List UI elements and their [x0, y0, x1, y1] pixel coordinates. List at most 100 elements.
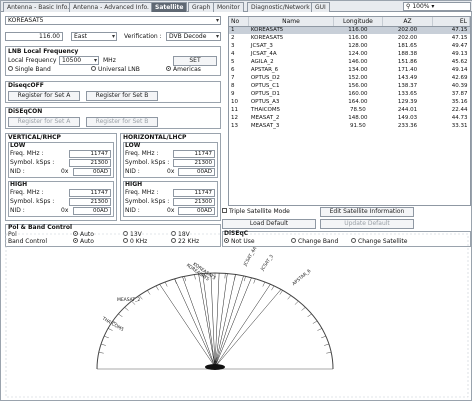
vertical-low-symbol-label: Symbol. kSps : — [10, 159, 55, 166]
table-row[interactable]: 1 KOREASAT5 116.00 202.00 47.15 — [229, 26, 470, 34]
table-row[interactable]: 12 MEASAT_2 148.00 149.03 44.73 — [229, 114, 470, 122]
arc-tick — [147, 290, 151, 295]
satellite-name-field[interactable]: KOREASAT5 — [5, 16, 221, 25]
load-default-button[interactable]: Load Default — [222, 219, 316, 229]
longitude-direction-select[interactable]: East — [71, 32, 117, 41]
arc-tick — [312, 320, 318, 324]
zoom-value: 100% — [412, 3, 430, 10]
vertical-low-symbol-input[interactable]: 21300 — [69, 159, 111, 167]
lnb-option-single-band[interactable]: Single Band — [8, 66, 51, 74]
arc-tick — [124, 307, 129, 311]
cell-longitude: 116.00 — [333, 26, 383, 34]
cell-az: 181.65 — [397, 42, 418, 49]
update-default-button[interactable]: Update Default — [320, 219, 414, 229]
lnb-option-universal[interactable]: Universal LNB — [91, 66, 140, 74]
lnb-option-americas[interactable]: Americas — [166, 66, 201, 74]
lnb-frequency-select[interactable]: 10500 — [59, 56, 99, 65]
horizontal-low-symbol-input[interactable]: 21300 — [173, 159, 215, 167]
column-header-az[interactable]: AZ — [382, 17, 433, 27]
arc-tick — [294, 300, 299, 305]
horizontal-high-symbol-input[interactable]: 21300 — [173, 198, 215, 206]
table-row[interactable]: 5 AGILA_2 146.00 151.86 45.62 — [229, 58, 470, 66]
arc-rays — [159, 273, 282, 368]
edit-satellite-info-button[interactable]: Edit Satellite Information — [320, 207, 414, 217]
cell-longitude: 124.00 — [348, 50, 368, 57]
cell-no: 6 — [231, 66, 235, 73]
arc-tick — [107, 328, 113, 331]
table-row[interactable]: 9 OPTUS_D1 160.00 133.65 37.87 — [229, 90, 470, 98]
horizontal-low-nid-input[interactable]: 00AD — [178, 168, 215, 176]
vertical-high-nid-input[interactable]: 00AD — [73, 207, 111, 215]
diseqc-off-register-a-button[interactable]: Register for Set A — [8, 91, 80, 101]
vertical-high-nid-label: NID : — [10, 207, 25, 214]
tab-gui[interactable]: GUI — [311, 2, 330, 12]
horizontal-low-freq-label: Freq. MHz : — [125, 150, 159, 157]
table-row[interactable]: 10 OPTUS_A3 164.00 129.39 35.16 — [229, 98, 470, 106]
cell-el: 42.69 — [451, 74, 468, 81]
triple-satellite-mode-checkbox[interactable]: Triple Satellite Mode — [222, 208, 290, 216]
table-row[interactable]: 11 THAICOM5 78.50 244.01 22.44 — [229, 106, 470, 114]
arc-tick — [307, 313, 312, 318]
horizontal-high-freq-input[interactable]: 11747 — [173, 189, 215, 197]
horizontal-high-nid-input[interactable]: 00AD — [178, 207, 215, 215]
cell-el: 22.44 — [451, 106, 468, 113]
diseqc-on-register-b-button[interactable]: Register for Set B — [86, 117, 158, 127]
table-row[interactable]: 13 MEASAT_3 91.50 233.36 33.31 — [229, 122, 470, 130]
cell-longitude: 146.00 — [348, 58, 368, 65]
arc-tick — [321, 335, 326, 339]
arc-tick — [301, 307, 306, 311]
satellite-arc-label: MEASAT_2 — [117, 297, 140, 303]
horizontal-low-symbol-label: Symbol. kSps : — [125, 159, 170, 166]
table-row[interactable]: 6 APSTAR_6 134.00 171.40 49.14 — [229, 66, 470, 74]
vertical-high-symbol-input[interactable]: 21300 — [69, 198, 111, 206]
cell-az: 143.49 — [397, 74, 418, 81]
satellite-arc-label: JCSAT_3 — [259, 254, 275, 273]
cell-name: APSTAR_6 — [250, 66, 279, 73]
tab-satellite[interactable]: Satellite — [151, 2, 188, 12]
diseqc-on-register-a-button[interactable]: Register for Set A — [8, 117, 80, 127]
cell-name: THAICOM5 — [250, 106, 281, 113]
verification-select[interactable]: DVB Decode — [166, 32, 221, 41]
vertical-high-freq-input[interactable]: 11747 — [69, 189, 111, 197]
tab-monitor[interactable]: Monitor — [213, 2, 244, 12]
satellite-table[interactable]: No Name Longitude AZ EL 1 KOREASAT5 116.00… — [228, 16, 471, 206]
cell-no: 3 — [231, 42, 235, 49]
vertical-low-title: LOW — [10, 142, 26, 149]
vertical-low-nid-input[interactable]: 00AD — [73, 168, 111, 176]
cell-el: 40.39 — [451, 82, 468, 89]
cell-name: JCSAT_4A — [250, 50, 277, 57]
cell-longitude: 148.00 — [348, 114, 368, 121]
column-header-name[interactable]: Name — [248, 17, 334, 27]
column-header-no[interactable]: No — [229, 17, 250, 27]
table-row[interactable]: 4 JCSAT_4A 124.00 188.38 49.13 — [229, 50, 470, 58]
lnb-set-button[interactable]: SET — [173, 56, 217, 66]
cell-name: JCSAT_3 — [250, 42, 273, 49]
table-row[interactable]: 7 OPTUS_D2 152.00 143.49 42.69 — [229, 74, 470, 82]
zoom-select[interactable]: ⚲ 100% ▾ — [403, 2, 471, 11]
graph-frame — [5, 233, 469, 398]
longitude-direction-value: East — [74, 33, 87, 40]
tab-graph[interactable]: Graph — [188, 2, 215, 12]
table-row[interactable]: 2 KOREASAT5 116.00 202.00 47.15 — [229, 34, 470, 42]
cell-no: 1 — [229, 26, 249, 34]
tab-antenna-advanced[interactable]: Antenna - Advanced Info. — [69, 2, 153, 12]
diseqc-off-register-b-button[interactable]: Register for Set B — [86, 91, 158, 101]
longitude-input[interactable]: 116.00 — [5, 32, 63, 41]
lnb-frequency-value: 10500 — [62, 57, 82, 64]
horizontal-low-freq-input[interactable]: 11747 — [173, 150, 215, 158]
cell-longitude: 156.00 — [348, 82, 368, 89]
tab-antenna-basic[interactable]: Antenna - Basic Info. — [3, 2, 74, 12]
cell-name: OPTUS_A3 — [250, 98, 280, 105]
cell-az: 233.36 — [397, 122, 418, 129]
lnb-title: LNB Local Frequency — [8, 48, 79, 55]
vertical-low-nid-label: NID : — [10, 168, 25, 175]
lnb-frequency-label: Local Frequency : — [8, 57, 61, 64]
horizontal-high-symbol-label: Symbol. kSps : — [125, 198, 170, 205]
table-row[interactable]: 3 JCSAT_3 128.00 181.65 49.47 — [229, 42, 470, 50]
vertical-low-freq-input[interactable]: 11747 — [69, 150, 111, 158]
column-header-longitude[interactable]: Longitude — [333, 17, 384, 27]
arc-tick — [287, 295, 292, 300]
column-header-el[interactable]: EL — [432, 17, 470, 27]
table-row[interactable]: 8 OPTUS_C1 156.00 138.37 40.39 — [229, 82, 470, 90]
tab-diagnostic-network[interactable]: Diagnostic/Network — [247, 2, 314, 12]
